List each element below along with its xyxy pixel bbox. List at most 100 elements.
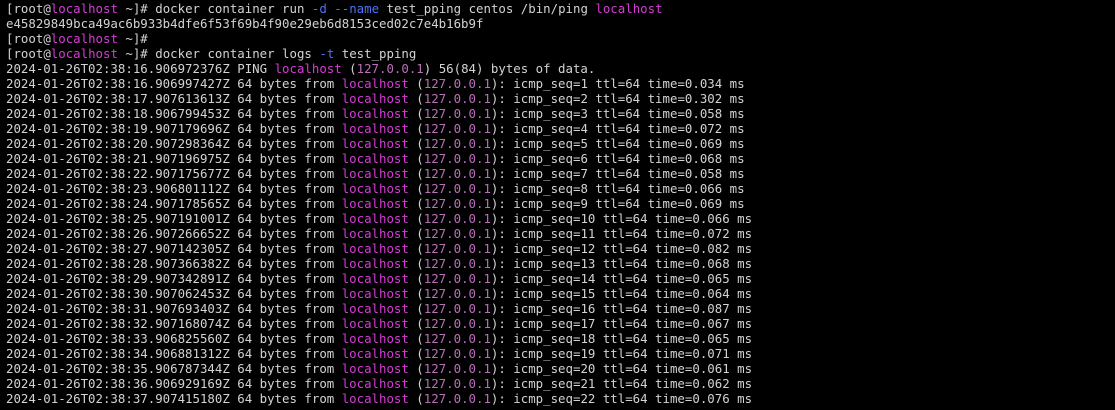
ping-reply-line: 2024-01-26T02:38:22.907175677Z 64 bytes … <box>6 166 1115 181</box>
reply-bytes: 64 bytes from <box>229 331 342 346</box>
reply-host: localhost <box>341 136 409 151</box>
reply-ip-open: ( <box>408 361 424 376</box>
log-timestamp: 2024-01-26T02:38:16.906972376Z <box>6 61 230 76</box>
reply-ttl-label: ttl= <box>595 226 633 241</box>
ping-reply-line: 2024-01-26T02:38:23.906801112Z 64 bytes … <box>6 181 1115 196</box>
reply-ip-close: ): <box>490 226 514 241</box>
reply-ip-open: ( <box>408 226 424 241</box>
command-line-empty: [root@localhost ~]# <box>6 31 156 46</box>
reply-host: localhost <box>341 181 409 196</box>
ping-reply-line: 2024-01-26T02:38:29.907342891Z 64 bytes … <box>6 271 1115 286</box>
reply-unit: ms <box>722 91 745 106</box>
reply-time-label: time= <box>647 346 693 361</box>
reply-seq: 16 <box>580 301 596 316</box>
reply-seq-label: icmp_seq= <box>513 196 581 211</box>
reply-unit: ms <box>729 241 753 256</box>
reply-time-label: time= <box>647 226 693 241</box>
reply-time: 0.072 <box>692 226 730 241</box>
reply-ttl-label: ttl= <box>595 391 633 406</box>
run-command-text: docker container run <box>155 1 312 16</box>
reply-seq: 13 <box>580 256 596 271</box>
reply-ttl-label: ttl= <box>587 166 626 181</box>
reply-time-label: time= <box>647 331 693 346</box>
reply-host: localhost <box>341 91 409 106</box>
reply-seq: 6 <box>580 151 588 166</box>
reply-ip-close: ): <box>490 211 514 226</box>
log-timestamp: 2024-01-26T02:38:20.907298364Z <box>6 136 230 151</box>
reply-time: 0.069 <box>684 196 723 211</box>
reply-ip-open: ( <box>408 121 424 136</box>
reply-ttl: 64 <box>632 346 648 361</box>
viewport-clip <box>0 406 1115 410</box>
log-timestamp: 2024-01-26T02:38:27.907142305Z <box>6 241 230 256</box>
reply-ip: 127.0.0.1 <box>423 361 491 376</box>
reply-ip-close: ): <box>490 76 514 91</box>
reply-host: localhost <box>341 346 409 361</box>
reply-ip-open: ( <box>408 166 424 181</box>
ping-reply-line: 2024-01-26T02:38:34.906881312Z 64 bytes … <box>6 346 1115 361</box>
reply-seq-label: icmp_seq= <box>513 376 581 391</box>
reply-unit: ms <box>729 301 753 316</box>
reply-host: localhost <box>341 106 409 121</box>
reply-seq-label: icmp_seq= <box>513 346 581 361</box>
reply-host: localhost <box>341 286 409 301</box>
log-timestamp: 2024-01-26T02:38:33.906825560Z <box>6 331 230 346</box>
reply-seq: 14 <box>580 271 596 286</box>
reply-host: localhost <box>341 166 409 181</box>
reply-ttl: 64 <box>625 196 641 211</box>
reply-ttl: 64 <box>632 301 648 316</box>
terminal-window[interactable]: [root@localhost ~]# docker container run… <box>0 0 1115 410</box>
reply-ttl: 64 <box>632 331 648 346</box>
reply-host: localhost <box>341 76 409 91</box>
reply-ip-close: ): <box>490 346 514 361</box>
reply-ttl-label: ttl= <box>595 271 633 286</box>
reply-seq: 7 <box>580 166 588 181</box>
reply-bytes: 64 bytes from <box>229 346 342 361</box>
reply-time-label: time= <box>640 166 685 181</box>
reply-ip-open: ( <box>408 271 424 286</box>
reply-bytes: 64 bytes from <box>229 196 342 211</box>
ping-output: 2024-01-26T02:38:16.906997427Z 64 bytes … <box>6 76 1115 406</box>
reply-unit: ms <box>729 346 753 361</box>
reply-seq-label: icmp_seq= <box>513 361 581 376</box>
reply-seq-label: icmp_seq= <box>513 106 581 121</box>
reply-time: 0.065 <box>692 271 730 286</box>
reply-time-label: time= <box>640 151 685 166</box>
reply-host: localhost <box>341 121 409 136</box>
reply-time-label: time= <box>640 76 685 91</box>
reply-time: 0.061 <box>692 361 730 376</box>
reply-seq: 3 <box>580 106 588 121</box>
prompt-user: root <box>13 46 44 61</box>
reply-time: 0.082 <box>692 241 730 256</box>
reply-seq: 15 <box>580 286 596 301</box>
reply-seq: 2 <box>580 91 588 106</box>
reply-time: 0.058 <box>684 166 723 181</box>
reply-unit: ms <box>722 196 745 211</box>
reply-ttl-label: ttl= <box>595 316 633 331</box>
reply-seq-label: icmp_seq= <box>513 166 581 181</box>
reply-ttl: 64 <box>632 361 648 376</box>
reply-ip: 127.0.0.1 <box>423 211 491 226</box>
log-timestamp: 2024-01-26T02:38:23.906801112Z <box>6 181 230 196</box>
reply-host: localhost <box>341 361 409 376</box>
reply-seq: 21 <box>580 376 596 391</box>
reply-unit: ms <box>729 226 753 241</box>
reply-ip: 127.0.0.1 <box>423 166 491 181</box>
reply-ip: 127.0.0.1 <box>423 91 491 106</box>
reply-host: localhost <box>341 151 409 166</box>
reply-ip: 127.0.0.1 <box>423 271 491 286</box>
reply-seq: 4 <box>580 121 588 136</box>
reply-ip-open: ( <box>408 391 424 406</box>
reply-ip: 127.0.0.1 <box>423 256 491 271</box>
reply-seq: 1 <box>580 76 588 91</box>
reply-ip: 127.0.0.1 <box>423 346 491 361</box>
log-timestamp: 2024-01-26T02:38:36.906929169Z <box>6 376 230 391</box>
reply-unit: ms <box>729 316 753 331</box>
reply-ip: 127.0.0.1 <box>423 331 491 346</box>
reply-ip-open: ( <box>408 331 424 346</box>
reply-ip: 127.0.0.1 <box>423 121 491 136</box>
reply-unit: ms <box>729 211 753 226</box>
reply-ip-close: ): <box>490 91 514 106</box>
log-timestamp: 2024-01-26T02:38:24.907178565Z <box>6 196 230 211</box>
reply-ip: 127.0.0.1 <box>423 136 491 151</box>
